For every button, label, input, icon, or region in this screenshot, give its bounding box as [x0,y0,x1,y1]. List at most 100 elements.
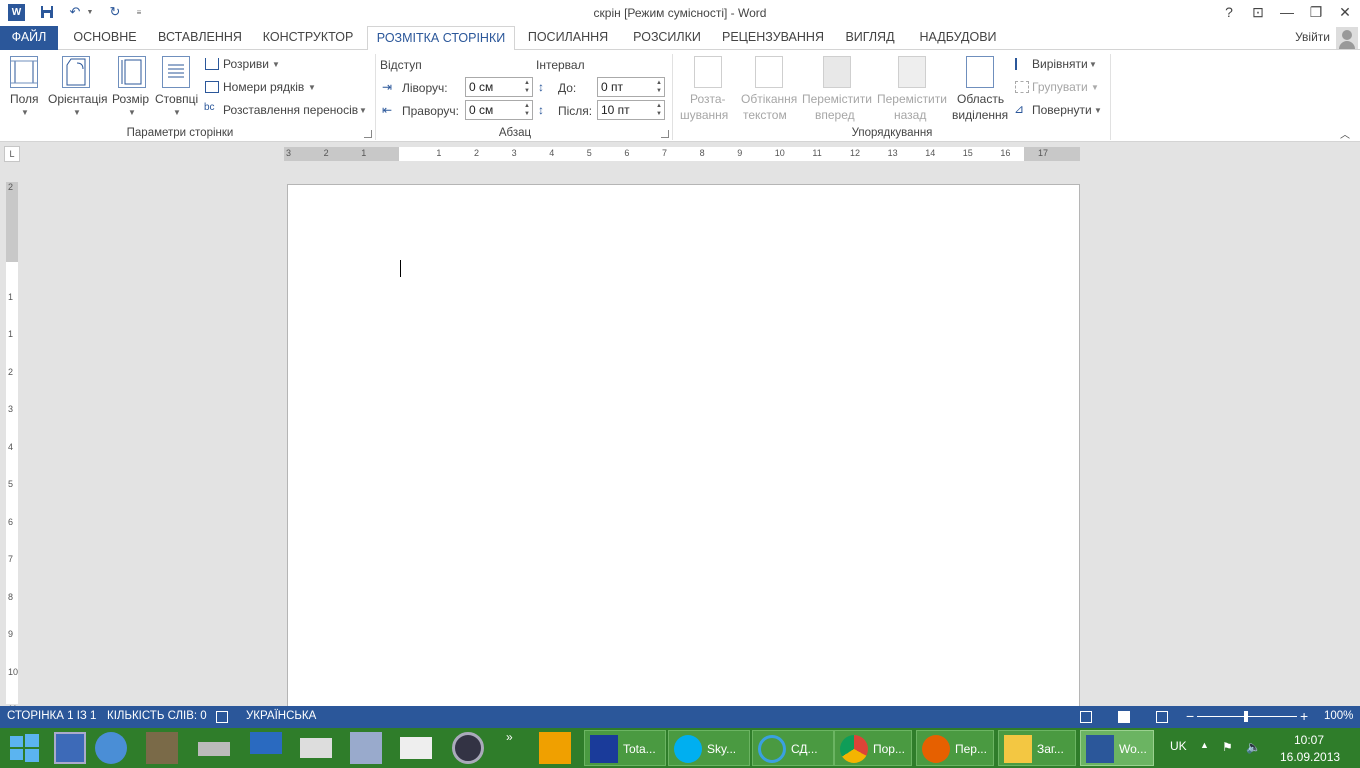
help-button[interactable]: ? [1216,2,1242,22]
tab-page-layout[interactable]: РОЗМІТКА СТОРІНКИ [367,26,515,51]
line-numbers-dropdown-icon[interactable]: ▼ [308,83,316,92]
language[interactable]: УКРАЇНСЬКА [246,710,316,722]
show-hidden-icons-icon[interactable]: ▲ [1200,740,1209,750]
selection-pane-button-line2[interactable]: виділення [952,108,1008,122]
tab-insert[interactable]: ВСТАВЛЕННЯ [152,26,248,50]
margins-icon[interactable] [10,56,38,88]
breaks-icon[interactable] [205,58,219,70]
align-dropdown-icon[interactable]: ▼ [1089,60,1097,69]
tab-home[interactable]: ОСНОВНЕ [66,26,144,50]
taskbar-app-total-commander[interactable]: Tota... [584,730,666,766]
hyphenation-icon[interactable]: bc [204,102,215,113]
selection-pane-icon[interactable] [966,56,994,88]
mail-icon[interactable] [300,738,332,758]
clock-date[interactable]: 16.09.2013 [1280,750,1340,764]
tab-view[interactable]: ВИГЛЯД [836,26,904,50]
columns-dropdown-icon[interactable]: ▼ [173,108,181,117]
vertical-ruler[interactable]: 211234567891011 [6,182,18,714]
taskbar-app-skype[interactable]: Sky... [668,730,750,766]
clock-time[interactable]: 10:07 [1294,733,1324,747]
line-numbers-button[interactable]: Номери рядків [223,80,304,94]
rotate-icon[interactable]: ⊿ [1014,102,1024,116]
restore-button[interactable]: ❐ [1303,2,1329,22]
print-layout-icon[interactable] [1118,711,1130,723]
disc-icon[interactable] [452,732,484,764]
margins-button[interactable]: Поля [10,92,39,106]
spin-up-icon[interactable]: ▲ [524,102,530,110]
minimize-button[interactable]: — [1274,2,1300,22]
columns-button[interactable]: Стовпці [155,92,198,106]
hyphenation-dropdown-icon[interactable]: ▼ [359,106,367,115]
web-layout-icon[interactable] [1156,711,1168,723]
spin-down-icon[interactable]: ▼ [524,110,530,118]
spin-down-icon[interactable]: ▼ [656,87,662,95]
collapse-ribbon-icon[interactable]: ︿ [1340,126,1350,141]
word-count[interactable]: КІЛЬКІСТЬ СЛІВ: 0 [107,710,207,722]
paragraph-dialog-launcher-icon[interactable] [661,130,669,138]
zoom-out-button[interactable]: − [1186,708,1194,724]
overflow-chevron-icon[interactable]: » [506,730,513,744]
proofing-icon[interactable] [216,711,228,723]
rotate-button[interactable]: Повернути [1032,103,1092,117]
signin-link[interactable]: Увійти [1295,26,1330,50]
spin-down-icon[interactable]: ▼ [524,87,530,95]
taskbar-app-explorer[interactable]: Заг... [998,730,1076,766]
align-button[interactable]: Вирівняти [1032,57,1088,71]
selection-pane-button-line1[interactable]: Область [957,92,1004,106]
spacing-before-input[interactable]: 0 пт ▲ ▼ [597,77,665,97]
spin-up-icon[interactable]: ▲ [656,102,662,110]
tab-selector-button[interactable]: L [4,146,20,162]
desktop-icon[interactable] [54,732,86,764]
indent-left-input[interactable]: 0 см ▲ ▼ [465,77,533,97]
zoom-slider-thumb[interactable] [1244,711,1248,722]
search-tool-icon[interactable] [350,732,382,764]
media-icon[interactable] [146,732,178,764]
orientation-button[interactable]: Орієнтація [48,92,108,106]
size-button[interactable]: Розмір [112,92,149,106]
computer-icon[interactable] [250,732,282,754]
tab-references[interactable]: ПОСИЛАННЯ [522,26,614,50]
zoom-in-button[interactable]: + [1300,708,1308,724]
calendar-icon[interactable] [400,737,432,759]
hyphenation-button[interactable]: Розставлення переносів [223,103,358,117]
tab-mailings[interactable]: РОЗСИЛКИ [622,26,712,50]
read-mode-icon[interactable] [1080,711,1092,723]
size-dropdown-icon[interactable]: ▼ [128,108,136,117]
user-avatar-icon[interactable] [1336,27,1358,49]
rotate-dropdown-icon[interactable]: ▼ [1094,106,1102,115]
columns-icon[interactable] [162,56,190,88]
tab-file[interactable]: ФАЙЛ [0,26,58,50]
input-language[interactable]: UK [1170,739,1187,753]
network-icon[interactable] [95,732,127,764]
align-icon[interactable] [1015,58,1029,70]
spacing-after-input[interactable]: 10 пт ▲ ▼ [597,100,665,120]
taskbar-app-firefox[interactable]: Пер... [916,730,994,766]
volume-icon[interactable]: 🔈 [1246,740,1261,754]
breaks-dropdown-icon[interactable]: ▼ [272,60,280,69]
document-page[interactable] [287,184,1080,706]
start-icon[interactable] [8,732,40,764]
page-setup-dialog-launcher-icon[interactable] [364,130,372,138]
tab-design[interactable]: КОНСТРУКТОР [256,26,360,50]
horizontal-ruler[interactable]: 3 2 1 1 2 3 4 5 6 7 8 9 10 11 12 13 14 15 16 17 [284,147,1080,161]
tab-addins[interactable]: НАДБУДОВИ [912,26,1004,50]
taskbar-app-chrome[interactable]: Пор... [834,730,912,766]
action-center-icon[interactable]: ⚑ [1222,740,1233,754]
close-button[interactable]: ✕ [1332,2,1358,22]
size-icon[interactable] [118,56,146,88]
ribbon-display-options-button[interactable]: ⊡ [1245,2,1271,22]
line-numbers-icon[interactable] [205,81,219,93]
spin-up-icon[interactable]: ▲ [524,79,530,87]
orientation-icon[interactable] [62,56,90,88]
indent-right-input[interactable]: 0 см ▲ ▼ [465,100,533,120]
spin-down-icon[interactable]: ▼ [656,110,662,118]
taskbar-app-ie[interactable]: СД... [752,730,834,766]
drive-icon[interactable] [198,742,230,756]
taskbar-app-word[interactable]: Wo... [1080,730,1154,766]
spin-up-icon[interactable]: ▲ [656,79,662,87]
tab-review[interactable]: РЕЦЕНЗУВАННЯ [718,26,828,50]
key-icon[interactable] [539,732,571,764]
breaks-button[interactable]: Розриви [223,57,269,71]
margins-dropdown-icon[interactable]: ▼ [21,108,29,117]
page-count[interactable]: СТОРІНКА 1 ІЗ 1 [7,710,96,722]
